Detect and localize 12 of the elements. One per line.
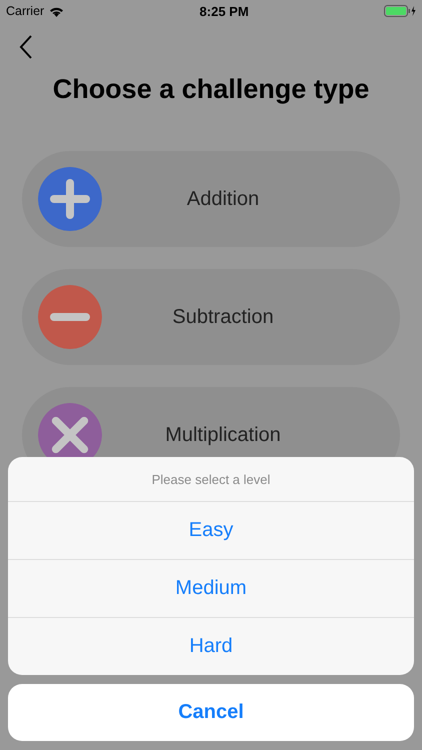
challenge-option[interactable]: Subtraction	[22, 269, 400, 365]
level-option[interactable]: Medium	[8, 559, 414, 617]
cancel-button[interactable]: Cancel	[8, 684, 414, 741]
challenge-option[interactable]: Addition	[22, 151, 400, 247]
page-title: Choose a challenge type	[52, 74, 370, 105]
carrier-label: Carrier	[6, 4, 44, 18]
wifi-icon	[49, 6, 64, 16]
battery-icon	[384, 5, 416, 17]
back-icon[interactable]	[18, 34, 34, 60]
clock-time: 8:25 PM	[200, 4, 249, 18]
level-option[interactable]: Easy	[8, 501, 414, 559]
level-option[interactable]: Hard	[8, 617, 414, 675]
